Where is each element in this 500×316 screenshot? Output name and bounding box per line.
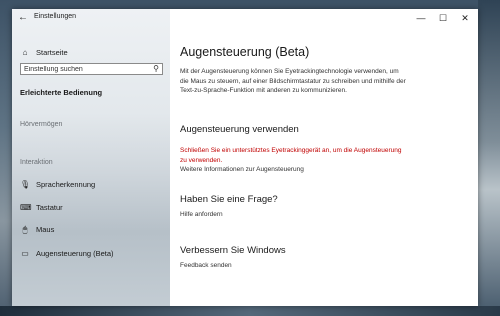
minimize-button[interactable]: —: [410, 11, 432, 25]
more-info-link[interactable]: Weitere Informationen zur Augensteuerung: [180, 166, 304, 173]
page-title: Augensteuerung (Beta): [180, 45, 310, 59]
device-warning: Schließen Sie ein unterstütztes Eyetrack…: [180, 147, 402, 164]
mouse-icon: 🖱: [22, 225, 28, 234]
microphone-icon: 🎙: [20, 180, 31, 189]
back-arrow-icon[interactable]: ←: [17, 12, 29, 24]
section-heading-hearing: Hörvermögen: [20, 121, 63, 128]
title-bar: ← Einstellungen — ☐ ✕: [12, 9, 478, 27]
feedback-link[interactable]: Feedback senden: [180, 262, 232, 269]
use-heading: Augensteuerung verwenden: [180, 124, 299, 135]
close-button[interactable]: ✕: [454, 11, 476, 25]
section-heading-interaction: Interaktion: [20, 159, 53, 166]
sidebar: ⌂ Startseite ⚲ Erleichterte Bedienung Hö…: [12, 9, 170, 306]
eye-control-icon: ▭: [21, 249, 29, 258]
maximize-button[interactable]: ☐: [432, 11, 454, 25]
sidebar-item-keyboard[interactable]: ⌨ Tastatur: [20, 202, 165, 214]
improve-heading: Verbessern Sie Windows: [180, 245, 286, 256]
search-field[interactable]: ⚲: [20, 63, 163, 75]
sidebar-item-home[interactable]: ⌂ Startseite: [20, 47, 165, 59]
window-title: Einstellungen: [34, 13, 77, 20]
question-heading: Haben Sie eine Frage?: [180, 194, 278, 205]
sidebar-item-mouse[interactable]: 🖱 Maus: [20, 224, 165, 236]
search-input[interactable]: [24, 64, 144, 74]
sidebar-item-label: Tastatur: [36, 203, 63, 212]
sidebar-item-label: Maus: [36, 225, 55, 234]
settings-window: ⌂ Startseite ⚲ Erleichterte Bedienung Hö…: [12, 9, 478, 306]
sidebar-item-label: Augensteuerung (Beta): [36, 249, 114, 258]
sidebar-item-label: Startseite: [36, 48, 68, 57]
desktop-background: [478, 0, 500, 316]
sidebar-item-eye-control[interactable]: ▭ Augensteuerung (Beta): [20, 248, 165, 260]
page-description: Mit der Augensteuerung können Sie Eyetra…: [180, 68, 406, 94]
search-icon[interactable]: ⚲: [153, 64, 159, 74]
desktop-taskbar-edge: [0, 306, 500, 316]
sidebar-item-speech[interactable]: 🎙 Spracherkennung: [20, 179, 165, 191]
main-content: Augensteuerung (Beta) Mit der Augensteue…: [170, 27, 478, 306]
keyboard-icon: ⌨: [20, 203, 32, 212]
sidebar-item-label: Spracherkennung: [36, 180, 96, 189]
help-link[interactable]: Hilfe anfordern: [180, 211, 223, 218]
home-icon: ⌂: [22, 48, 28, 57]
category-heading: Erleichterte Bedienung: [20, 88, 103, 97]
